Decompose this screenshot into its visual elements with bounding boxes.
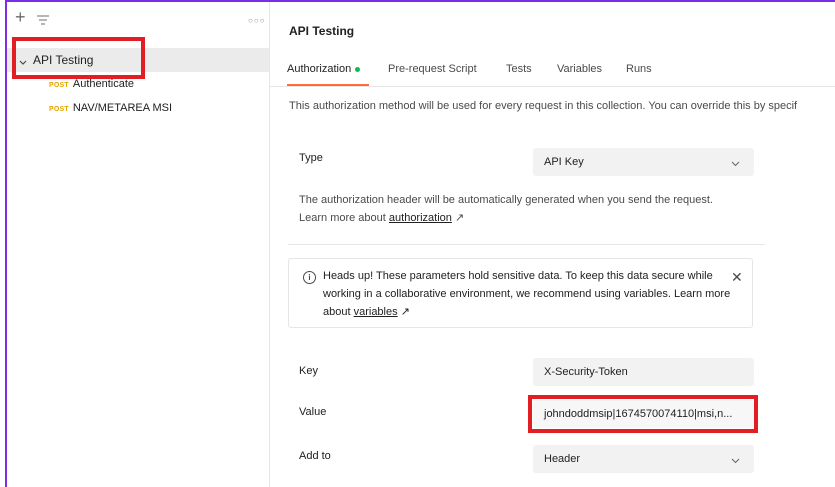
type-value: API Key (544, 156, 584, 168)
sensitive-data-alert: i Heads up! These parameters hold sensit… (288, 258, 753, 328)
close-icon[interactable]: ✕ (731, 269, 743, 286)
tab-pre-request-script[interactable]: Pre-request Script (388, 63, 477, 75)
divider (288, 244, 765, 245)
request-item-nav-metarea[interactable]: POST NAV/METAREA MSI (49, 102, 172, 114)
chevron-down-icon (731, 158, 740, 170)
auth-help-text: The authorization header will be automat… (299, 194, 713, 224)
add-to-value: Header (544, 453, 581, 465)
method-badge: POST (49, 82, 69, 89)
highlight-box-collection (12, 37, 145, 79)
tab-tests[interactable]: Tests (506, 63, 532, 75)
tab-bar: Authorization Pre-request Script Tests V… (270, 50, 835, 87)
tab-variables[interactable]: Variables (557, 63, 602, 75)
request-name: Authenticate (72, 78, 135, 90)
highlight-box-value (528, 395, 758, 433)
alert-text: Heads up! These parameters hold sensitiv… (323, 270, 731, 318)
method-badge: POST (49, 106, 69, 113)
request-name: NAV/METAREA MSI (72, 102, 173, 114)
plus-icon[interactable]: + (15, 8, 26, 26)
value-label: Value (299, 406, 327, 418)
active-tab-indicator (287, 84, 369, 86)
type-label: Type (299, 152, 323, 164)
key-input[interactable]: X-Security-Token (533, 358, 754, 386)
sidebar-toolbar: + ○○○ (7, 2, 269, 38)
add-to-select[interactable]: Header (533, 445, 754, 473)
add-to-label: Add to (299, 450, 331, 462)
filter-icon[interactable] (37, 12, 49, 30)
key-label: Key (299, 365, 318, 377)
tab-authorization[interactable]: Authorization (287, 63, 361, 75)
authorization-link[interactable]: authorization (389, 212, 452, 224)
more-options-icon[interactable]: ○○○ (248, 16, 266, 25)
variables-link[interactable]: variables (354, 306, 398, 318)
auth-description: This authorization method will be used f… (289, 100, 798, 112)
type-select[interactable]: API Key (533, 148, 754, 176)
external-link-icon: ↗ (454, 212, 465, 224)
request-item-authenticate[interactable]: POST Authenticate (49, 78, 134, 90)
info-icon: i (303, 271, 316, 284)
tab-runs[interactable]: Runs (626, 63, 652, 75)
status-dot (355, 66, 361, 72)
chevron-down-icon (731, 455, 740, 467)
external-link-icon: ↗ (400, 306, 410, 318)
page-title: API Testing (289, 24, 355, 38)
